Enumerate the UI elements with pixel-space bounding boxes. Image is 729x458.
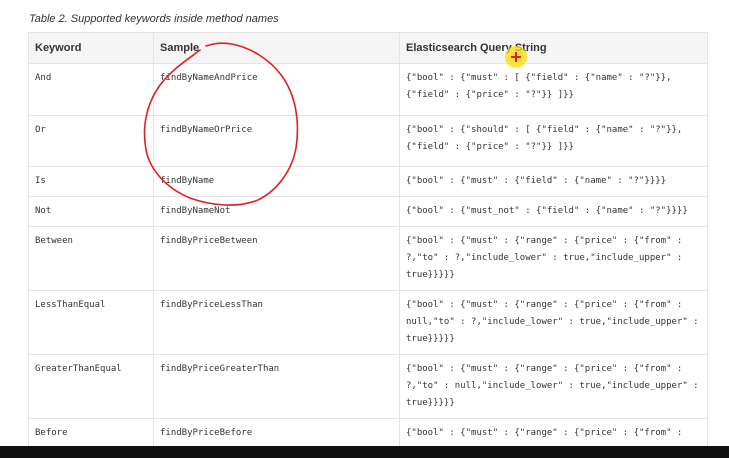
document-page: Table 2. Supported keywords inside metho… [0,0,729,458]
keyword-cell: And [28,63,154,116]
table-row: GreaterThanEqual findByPriceGreaterThan … [28,354,708,419]
header-query-string: Elasticsearch Query String [399,32,708,64]
keyword-cell: Not [28,196,154,227]
mouse-cursor-highlight [505,46,527,68]
sample-cell: findByNameAndPrice [153,63,400,116]
sample-cell: findByNameOrPrice [153,115,400,167]
keyword-cell: Or [28,115,154,167]
header-keyword: Keyword [28,32,154,64]
sample-cell: findByNameNot [153,196,400,227]
query-cell: {"bool" : {"must" : {"range" : {"price" … [399,226,708,291]
keyword-cell: GreaterThanEqual [28,354,154,419]
query-cell: {"bool" : {"should" : [ {"field" : {"nam… [399,115,708,167]
table-row: Is findByName {"bool" : {"must" : {"fiel… [28,166,708,197]
keywords-table: Keyword Sample Elasticsearch Query Strin… [28,32,708,458]
table-row: Between findByPriceBetween {"bool" : {"m… [28,226,708,291]
query-cell: {"bool" : {"must_not" : {"field" : {"nam… [399,196,708,227]
query-cell: {"bool" : {"must" : {"range" : {"price" … [399,354,708,419]
keyword-cell: LessThanEqual [28,290,154,355]
bottom-border-bar [0,446,729,458]
table-row: LessThanEqual findByPriceLessThan {"bool… [28,290,708,355]
sample-cell: findByPriceGreaterThan [153,354,400,419]
table-header-row: Keyword Sample Elasticsearch Query Strin… [28,32,708,64]
query-cell: {"bool" : {"must" : [ {"field" : {"name"… [399,63,708,116]
table-row: Or findByNameOrPrice {"bool" : {"should"… [28,115,708,167]
table-caption: Table 2. Supported keywords inside metho… [29,13,279,25]
header-sample: Sample [153,32,400,64]
sample-cell: findByPriceBetween [153,226,400,291]
sample-cell: findByName [153,166,400,197]
table-row: Not findByNameNot {"bool" : {"must_not" … [28,196,708,227]
keyword-cell: Is [28,166,154,197]
sample-cell: findByPriceLessThan [153,290,400,355]
query-cell: {"bool" : {"must" : {"field" : {"name" :… [399,166,708,197]
query-cell: {"bool" : {"must" : {"range" : {"price" … [399,290,708,355]
keyword-cell: Between [28,226,154,291]
table-row: And findByNameAndPrice {"bool" : {"must"… [28,63,708,116]
